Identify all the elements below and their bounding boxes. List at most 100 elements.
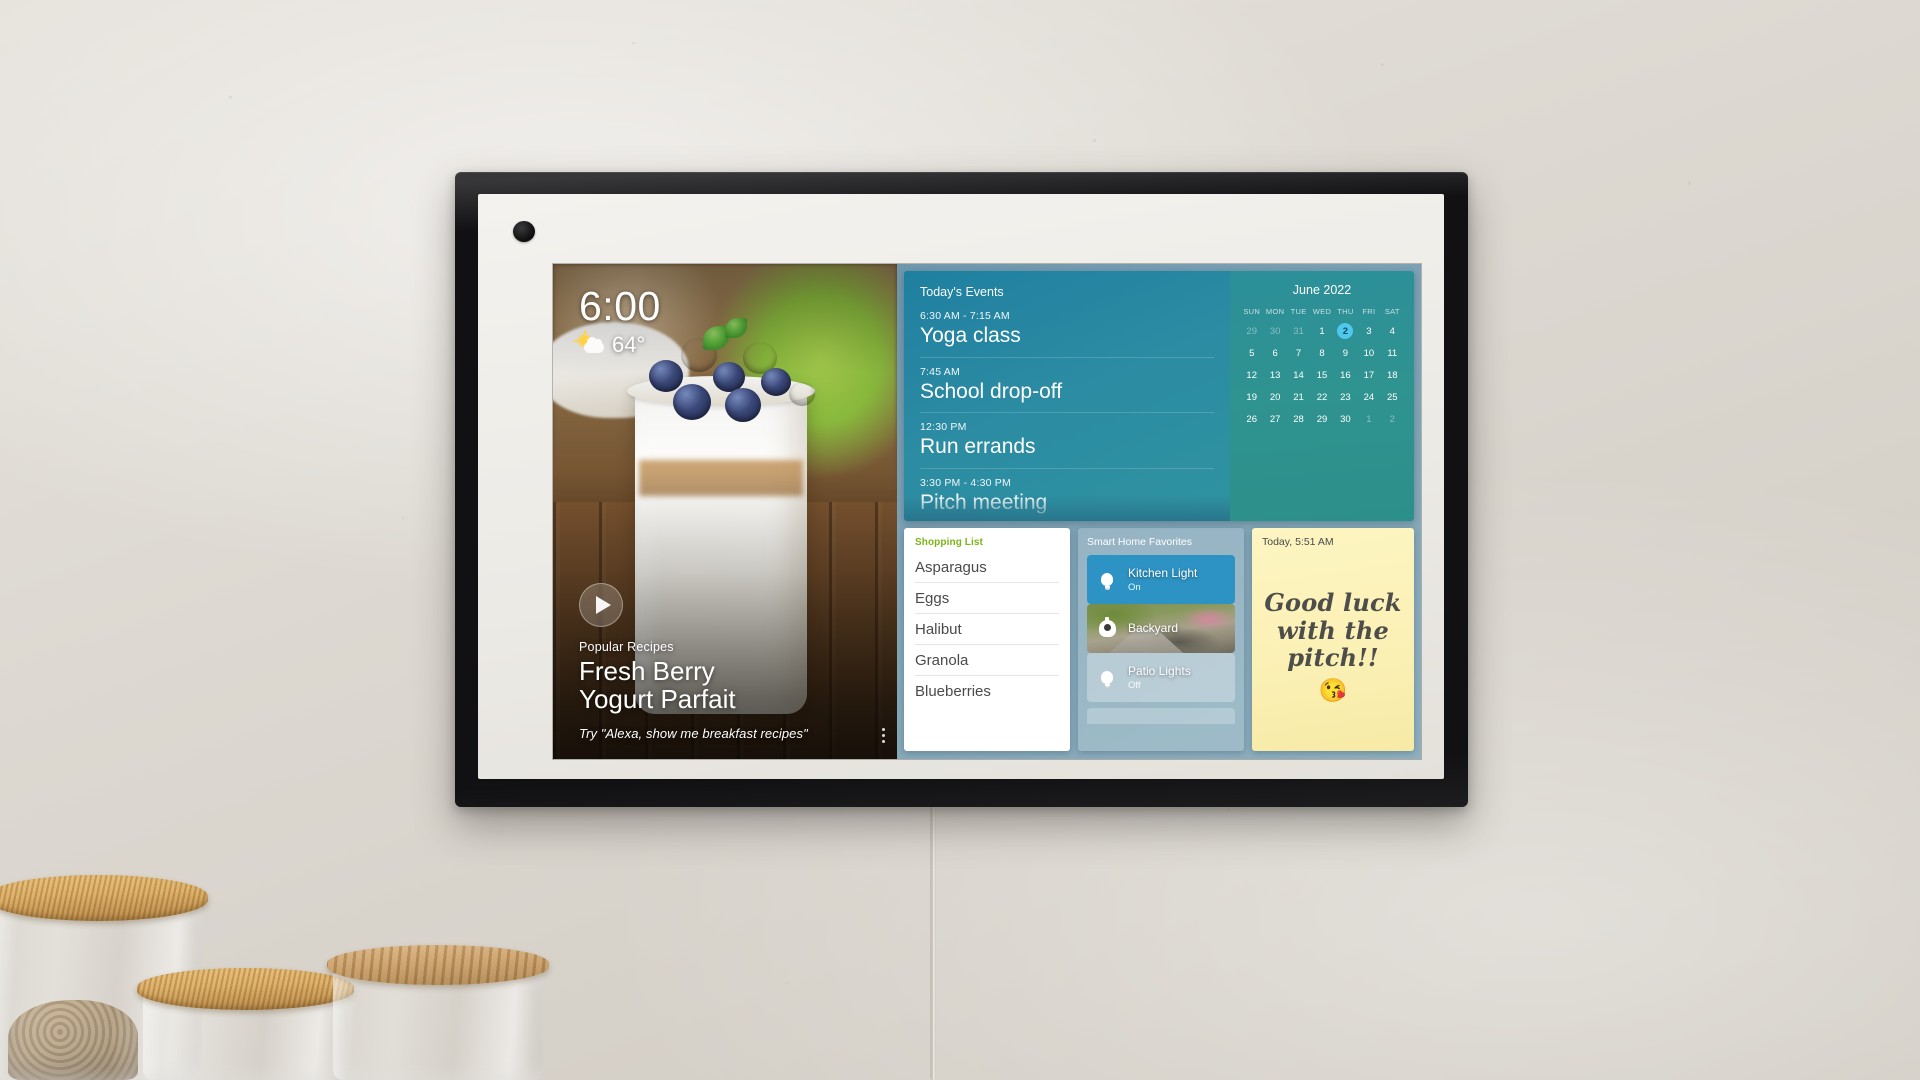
event-time: 3:30 PM - 4:30 PM xyxy=(920,476,1011,489)
event-row[interactable]: 12:30 PM Run errands xyxy=(920,412,1214,468)
calendar-dow: WED xyxy=(1312,307,1332,316)
play-icon xyxy=(595,596,611,614)
recipe-title-line2: Yogurt Parfait xyxy=(579,684,736,715)
calendar-day[interactable]: 3 xyxy=(1357,320,1380,342)
calendar-day[interactable]: 27 xyxy=(1263,408,1286,430)
shopping-list-items: Asparagus Eggs Halibut Granola Blueberries xyxy=(915,552,1059,706)
camera-icon xyxy=(1097,617,1117,637)
smart-home-device-name: Kitchen Light xyxy=(1128,566,1198,580)
events-calendar-row: Today's Events 6:30 AM - 7:15 AM Yoga cla… xyxy=(904,271,1414,521)
smart-home-next-card-peek[interactable] xyxy=(1087,708,1235,724)
note-text: Good luck with the pitch!! xyxy=(1264,587,1402,673)
calendar-day[interactable]: 20 xyxy=(1263,386,1286,408)
calendar-day-today[interactable]: 2 xyxy=(1334,320,1357,342)
calendar-day[interactable]: 30 xyxy=(1263,320,1286,342)
calendar-week-row: 29 30 31 1 2 3 4 xyxy=(1240,320,1404,342)
smart-home-device-state: Off xyxy=(1128,680,1141,691)
note-timestamp: Today, 5:51 AM xyxy=(1262,536,1334,548)
wood-lid xyxy=(326,945,550,985)
smart-home-device-card[interactable]: Kitchen Light On xyxy=(1087,555,1235,604)
calendar-day[interactable]: 6 xyxy=(1263,342,1286,364)
camera-dot-icon xyxy=(513,221,535,242)
lightbulb-icon xyxy=(1097,573,1117,590)
calendar-day[interactable]: 11 xyxy=(1381,342,1404,364)
events-fade xyxy=(904,495,1230,521)
calendar-day[interactable]: 16 xyxy=(1334,364,1357,386)
calendar-day[interactable]: 2 xyxy=(1381,408,1404,430)
calendar-week-row: 19 20 21 22 23 24 25 xyxy=(1240,386,1404,408)
calendar-day[interactable]: 19 xyxy=(1240,386,1263,408)
calendar-day-headers: SUN MON TUE WED THU FRI SAT xyxy=(1240,307,1404,320)
calendar-day[interactable]: 5 xyxy=(1240,342,1263,364)
calendar-dow: SAT xyxy=(1384,307,1400,316)
lightbulb-icon xyxy=(1097,671,1117,688)
calendar-day[interactable]: 1 xyxy=(1357,408,1380,430)
todays-events-widget[interactable]: Today's Events 6:30 AM - 7:15 AM Yoga cla… xyxy=(904,271,1230,521)
calendar-day[interactable]: 26 xyxy=(1240,408,1263,430)
calendar-day[interactable]: 18 xyxy=(1381,364,1404,386)
widget-area: Today's Events 6:30 AM - 7:15 AM Yoga cla… xyxy=(897,264,1421,759)
shopping-list-item[interactable]: Asparagus xyxy=(915,552,1059,583)
calendar-day[interactable]: 30 xyxy=(1334,408,1357,430)
shopping-list-widget[interactable]: Shopping List Asparagus Eggs Halibut Granol… xyxy=(904,528,1070,751)
calendar-dow: MON xyxy=(1265,307,1285,316)
calendar-day[interactable]: 15 xyxy=(1310,364,1333,386)
smart-home-device-name: Patio Lights xyxy=(1128,664,1191,678)
weather-temperature: 64° xyxy=(612,332,646,357)
smart-home-title: Smart Home Favorites xyxy=(1087,536,1193,548)
calendar-day[interactable]: 31 xyxy=(1287,320,1310,342)
calendar-day[interactable]: 28 xyxy=(1287,408,1310,430)
shopping-list-item[interactable]: Halibut xyxy=(915,614,1059,645)
smart-home-device-name: Backyard xyxy=(1128,621,1179,635)
smart-home-device-state: On xyxy=(1128,582,1141,593)
calendar-dow: SUN xyxy=(1243,307,1261,316)
calendar-day[interactable]: 21 xyxy=(1287,386,1310,408)
events-header: Today's Events xyxy=(920,285,1004,299)
calendar-day[interactable]: 29 xyxy=(1240,320,1263,342)
calendar-day[interactable]: 1 xyxy=(1310,320,1333,342)
calendar-week-row: 12 13 14 15 16 17 18 xyxy=(1240,364,1404,386)
event-row[interactable]: 6:30 AM - 7:15 AM Yoga class xyxy=(920,310,1214,357)
event-time: 7:45 AM xyxy=(920,365,960,378)
kissing-face-emoji: 😘 xyxy=(1318,677,1348,704)
more-vertical-icon[interactable] xyxy=(882,728,885,743)
recipe-hero-card[interactable]: 6:00 64° Popular Recipes Fresh Berry Yog… xyxy=(553,264,897,759)
calendar-day[interactable]: 7 xyxy=(1287,342,1310,364)
calendar-day[interactable]: 8 xyxy=(1310,342,1333,364)
shopping-list-item[interactable]: Eggs xyxy=(915,583,1059,614)
shopping-list-title: Shopping List xyxy=(915,537,983,548)
cork-lid xyxy=(136,968,355,1010)
calendar-day[interactable]: 23 xyxy=(1334,386,1357,408)
calendar-day[interactable]: 4 xyxy=(1381,320,1404,342)
clock-time: 6:00 xyxy=(579,283,661,329)
shopping-list-item[interactable]: Granola xyxy=(915,645,1059,676)
sticky-note-widget[interactable]: Today, 5:51 AM Good luck with the pitch!… xyxy=(1252,528,1414,751)
smart-home-favorites-widget[interactable]: Smart Home Favorites Kitchen Light On Back… xyxy=(1078,528,1244,751)
play-button[interactable] xyxy=(579,583,623,627)
calendar-day[interactable]: 14 xyxy=(1287,364,1310,386)
calendar-day[interactable]: 25 xyxy=(1381,386,1404,408)
smart-home-device-list: Kitchen Light On Backyard Patio Lights Off xyxy=(1087,555,1235,702)
glass-jar-cork-lid xyxy=(136,968,355,1080)
event-name: Run errands xyxy=(920,435,1036,459)
sun-behind-cloud-icon xyxy=(574,330,605,355)
recipe-title: Fresh Berry Yogurt Parfait xyxy=(579,658,857,714)
event-row[interactable]: 7:45 AM School drop-off xyxy=(920,356,1214,413)
smart-home-device-card[interactable]: Backyard xyxy=(1087,604,1235,653)
calendar-day[interactable]: 24 xyxy=(1357,386,1380,408)
weather-row: 64° xyxy=(574,330,661,357)
calendar-today-badge: 2 xyxy=(1337,323,1354,339)
calendar-day[interactable]: 10 xyxy=(1357,342,1380,364)
calendar-dow: TUE xyxy=(1290,307,1307,316)
calendar-day[interactable]: 13 xyxy=(1263,364,1286,386)
recipe-title-line1: Fresh Berry xyxy=(579,656,715,687)
smart-home-device-card[interactable]: Patio Lights Off xyxy=(1087,653,1235,702)
shopping-list-item[interactable]: Blueberries xyxy=(915,676,1059,706)
calendar-day[interactable]: 29 xyxy=(1310,408,1333,430)
calendar-day[interactable]: 12 xyxy=(1240,364,1263,386)
calendar-dow: FRI xyxy=(1362,307,1376,316)
calendar-day[interactable]: 22 xyxy=(1310,386,1333,408)
calendar-day[interactable]: 9 xyxy=(1334,342,1357,364)
calendar-widget[interactable]: June 2022 SUN MON TUE WED THU FRI SAT 29 30 31 1 2… xyxy=(1230,271,1414,521)
calendar-day[interactable]: 17 xyxy=(1357,364,1380,386)
